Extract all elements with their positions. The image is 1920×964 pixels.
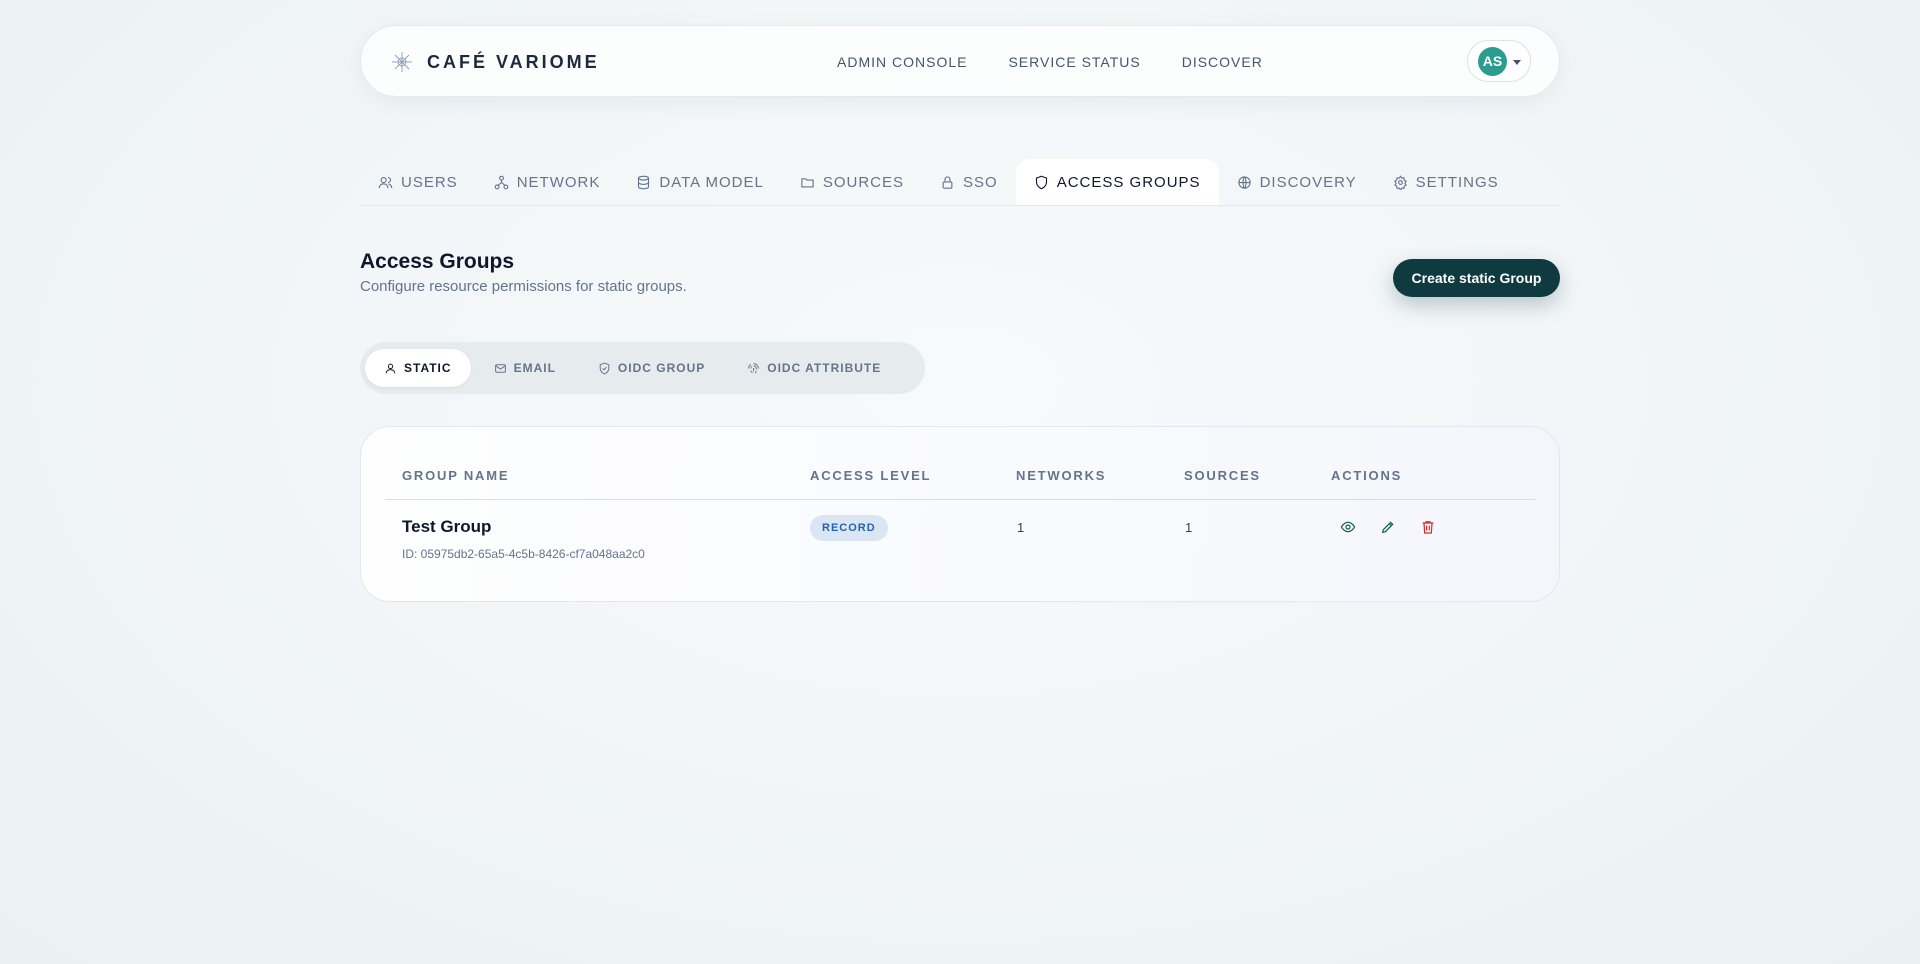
user-icon <box>385 363 396 373</box>
top-nav: ADMIN CONSOLE SERVICE STATUS DISCOVER <box>837 26 1263 98</box>
group-type-selector: STATIC EMAIL OIDC GROUP OIDC ATTRIBUTE <box>360 342 925 394</box>
tab-label: ACCESS GROUPS <box>1056 173 1201 191</box>
delete-button[interactable] <box>1417 516 1439 538</box>
group-type-static[interactable]: STATIC <box>365 349 471 387</box>
tab-users[interactable]: USERS <box>360 159 476 205</box>
group-type-label: EMAIL <box>513 361 556 375</box>
group-type-label: STATIC <box>404 361 452 375</box>
group-type-oidc-group[interactable]: OIDC GROUP <box>579 349 724 387</box>
shield-icon <box>1035 175 1047 189</box>
tab-access-groups[interactable]: ACCESS GROUPS <box>1015 159 1219 205</box>
group-type-label: OIDC ATTRIBUTE <box>767 361 882 375</box>
shield-check-icon <box>599 362 610 374</box>
page-title: Access Groups <box>360 250 515 273</box>
view-button[interactable] <box>1337 516 1359 538</box>
lock-icon <box>942 175 953 189</box>
network-icon <box>494 175 508 189</box>
group-type-oidc-attribute[interactable]: OIDC ATTRIBUTE <box>728 349 900 387</box>
tab-label: SOURCES <box>822 173 905 191</box>
tab-sources[interactable]: SOURCES <box>782 159 922 205</box>
access-level-badge: RECORD <box>810 515 888 541</box>
header-divider <box>385 499 1535 500</box>
tab-label: DATA MODEL <box>659 173 764 191</box>
database-icon <box>638 175 650 189</box>
column-header-group-name: GROUP NAME <box>402 468 510 483</box>
globe-icon <box>1237 175 1251 189</box>
tab-sso[interactable]: SSO <box>922 159 1016 205</box>
tab-label: SSO <box>963 173 998 191</box>
tab-network[interactable]: NETWORK <box>476 159 619 205</box>
brand-name: CAFÉ VARIOME <box>427 51 600 72</box>
trash-icon <box>1422 521 1434 534</box>
brand[interactable]: CAFÉ VARIOME <box>391 26 600 98</box>
nav-discover[interactable]: DISCOVER <box>1182 54 1263 70</box>
folder-icon <box>801 177 814 187</box>
tab-data-model[interactable]: DATA MODEL <box>618 159 781 205</box>
nav-admin-console[interactable]: ADMIN CONSOLE <box>837 54 967 70</box>
admin-tabs: USERS NETWORK DATA MODEL SOURCES SSO ACC… <box>360 159 1560 206</box>
group-type-label: OIDC GROUP <box>617 361 706 375</box>
group-name: Test Group <box>402 517 492 536</box>
tab-settings[interactable]: SETTINGS <box>1375 159 1517 205</box>
logo-icon <box>392 52 412 72</box>
top-navbar: CAFÉ VARIOME ADMIN CONSOLE SERVICE STATU… <box>360 25 1560 97</box>
eye-icon <box>1340 521 1356 533</box>
group-id: ID: 05975db2-65a5-4c5b-8426-cf7a048aa2c0 <box>402 547 645 561</box>
tab-label: NETWORK <box>516 173 601 191</box>
column-header-sources: SOURCES <box>1184 468 1261 483</box>
fingerprint-icon <box>748 362 760 373</box>
create-static-group-button[interactable]: Create static Group <box>1393 259 1560 297</box>
caret-down-icon <box>1513 59 1521 65</box>
access-groups-table: GROUP NAME ACCESS LEVEL NETWORKS SOURCES… <box>360 426 1560 602</box>
tab-label: DISCOVERY <box>1259 173 1357 191</box>
avatar: AS <box>1478 46 1507 76</box>
networks-count: 1 <box>1017 520 1025 535</box>
column-header-actions: ACTIONS <box>1331 468 1403 483</box>
gear-icon <box>1393 174 1407 190</box>
column-header-networks: NETWORKS <box>1016 468 1107 483</box>
pencil-icon <box>1381 521 1394 534</box>
nav-service-status[interactable]: SERVICE STATUS <box>1008 54 1140 70</box>
mail-icon <box>494 363 506 373</box>
page-subtitle: Configure resource permissions for stati… <box>360 278 687 295</box>
column-header-access-level: ACCESS LEVEL <box>810 468 932 483</box>
users-icon <box>378 176 393 188</box>
tab-label: USERS <box>401 173 458 191</box>
group-type-email[interactable]: EMAIL <box>475 349 575 387</box>
tab-label: SETTINGS <box>1415 173 1499 191</box>
user-menu-button[interactable]: AS <box>1467 40 1531 82</box>
sources-count: 1 <box>1185 520 1193 535</box>
tab-discovery[interactable]: DISCOVERY <box>1219 159 1375 205</box>
edit-button[interactable] <box>1377 516 1399 538</box>
